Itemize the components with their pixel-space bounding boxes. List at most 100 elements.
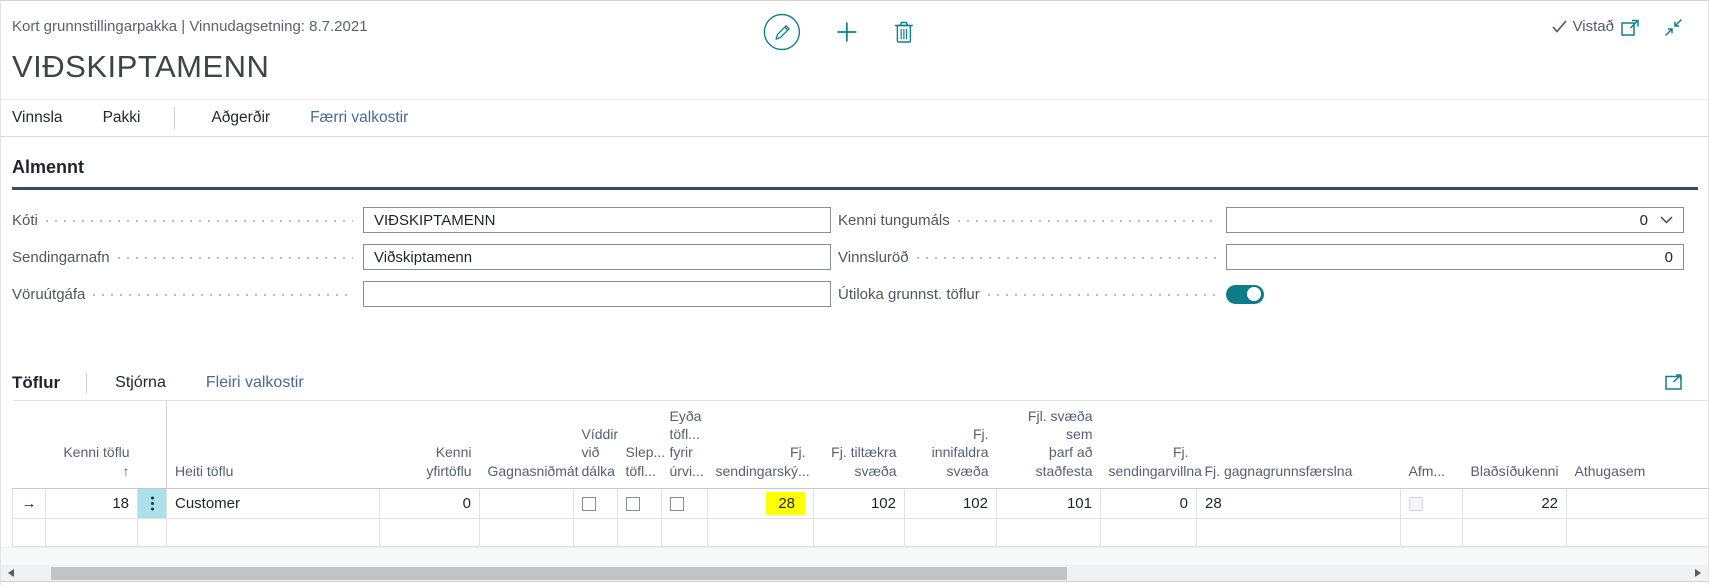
grid-header-row: Kenni töflu ↑ Heiti töflu Kenni yfirtöfl… [12,400,1708,489]
menu-fleiri-valkostir[interactable]: Fleiri valkostir [206,374,304,392]
field-kenni-tungumals: Kenni tungumáls 0 [838,207,1684,233]
col-fj-tiltaekra-svaeda[interactable]: Fj. tiltækra svæða [813,400,905,489]
business-central-config-package-page: Kort grunnstillingarpakka | Vinnudagsetn… [0,0,1709,585]
vinnslurod-label: Vinnsluröð [838,248,909,266]
vinnslurod-input[interactable]: 0 [1226,244,1684,270]
scroll-right-arrow-icon[interactable] [1695,568,1701,577]
trash-icon [894,21,913,43]
table-row-customer: → 18 Customer 0 28 102 102 101 0 28 22 [12,488,1708,519]
cell-fj-sendingarvillna[interactable]: 0 [1100,488,1197,519]
cell-viddir-vid-dalka [573,488,618,519]
dotted-leader [93,294,353,296]
menu-faerri-valkostir[interactable]: Færri valkostir [310,109,408,127]
voruutgafa-label: Vöruútgáfa [12,285,86,303]
cell-fj-gagnagrunnsfaerslna[interactable]: 28 [1196,488,1401,519]
action-bar-divider [174,107,176,129]
cell-bladsidukenni[interactable]: 22 [1462,488,1567,519]
cell-fjl-svaeda-stadfesta[interactable]: 101 [996,488,1101,519]
dotted-leader [987,294,1216,296]
cell-fj-innifaldra-svaeda[interactable]: 102 [904,488,997,519]
voruutgafa-input[interactable] [363,281,831,307]
field-vinnslurod: Vinnsluröð 0 [838,244,1684,270]
checkbox-afm [1409,496,1423,511]
checkbox-sleppa-toflu[interactable] [626,496,640,511]
saved-label: Vistað [1572,18,1614,35]
menu-stjorna[interactable]: Stjórna [115,374,166,392]
col-heiti-toflu[interactable]: Heiti töflu [166,400,380,489]
menu-pakki[interactable]: Pakki [103,109,141,127]
section-heading-toflur[interactable]: Töflur [12,373,60,393]
col-fj-sendingarvillna[interactable]: Fj. sendingarvillna [1100,400,1202,489]
field-utiloka-grunnst-toflur: Útiloka grunnst. töflur [838,281,1684,307]
col-sleppa-toflu[interactable]: Slep... töfl... [617,400,665,489]
col-fj-sendingarsky[interactable]: Fj. sendingarský... [707,400,814,489]
page-title: VIÐSKIPTAMENN [12,49,270,84]
collapse-page-button[interactable] [1663,17,1684,38]
toflur-bar-divider [86,373,88,393]
cell-eyda-toflu [661,488,708,519]
toflur-section: Töflur Stjórna Fleiri valkostir Kenni tö… [1,366,1708,582]
page-bottom-border [1,581,1708,582]
checkbox-eyda-toflu[interactable] [670,496,684,511]
new-button[interactable] [835,20,859,44]
delete-button[interactable] [893,20,915,45]
window-controls [1620,17,1684,38]
col-athugasem[interactable]: Athugasem [1566,400,1708,489]
horizontal-scrollbar[interactable] [1,564,1708,582]
focus-mode-button[interactable] [1664,372,1684,396]
cell-athugasem[interactable] [1566,488,1708,519]
toflur-header-bar: Töflur Stjórna Fleiri valkostir [1,366,1708,400]
koti-label: Kóti [12,211,38,229]
tables-grid: Kenni töflu ↑ Heiti töflu Kenni yfirtöfl… [12,400,1708,547]
highlighted-value[interactable]: 28 [766,491,805,515]
vertical-ellipsis-icon [150,502,154,506]
dotted-leader [957,220,1216,222]
menu-vinnsla[interactable]: Vinnsla [12,109,63,127]
checkbox-viddir-vid-dalka[interactable] [582,496,596,511]
dotted-leader [117,257,353,259]
scrollbar-thumb[interactable] [51,566,1067,580]
utiloka-toggle-zone [1226,284,1684,304]
col-kenni-yfirtoflu[interactable]: Kenni yfirtöflu [379,400,480,489]
action-bar: Vinnsla Pakki Aðgerðir Færri valkostir [1,99,1708,137]
open-in-new-window-button[interactable] [1620,17,1641,38]
general-fields: Kóti VIÐSKIPTAMENN Sendingarnafn Viðskip… [12,207,1684,318]
col-fj-innifaldra-svaeda[interactable]: Fj. innifaldra svæða [904,400,997,489]
section-heading-almennt[interactable]: Almennt [12,157,1708,178]
pencil-icon [763,13,801,51]
cell-fj-sendingarsky: 28 [707,488,814,519]
utiloka-toggle[interactable] [1226,284,1264,304]
col-gagnasnidmat[interactable]: Gagnasniðmát [479,400,579,489]
edit-button[interactable] [763,13,801,51]
row-options-button[interactable] [137,488,167,519]
menu-adgerdir[interactable]: Aðgerðir [211,109,270,127]
saved-check-icon [1551,20,1567,33]
col-fj-gagnagrunnsfaerslna[interactable]: Fj. gagnagrunnsfærslna [1196,400,1401,489]
cell-gagnasnidmat[interactable] [479,488,574,519]
cell-heiti-toflu[interactable]: Customer [166,488,380,519]
col-row-options [137,400,167,489]
cell-fj-tiltaekra-svaeda[interactable]: 102 [813,488,905,519]
kenni-tungumals-combobox[interactable]: 0 [1226,207,1684,233]
plus-icon [837,22,857,42]
col-afm[interactable]: Afm... [1400,400,1463,489]
open-in-new-window-icon [1621,19,1639,36]
cell-kenni-yfirtoflu[interactable]: 0 [379,488,480,519]
empty-table-row [12,518,1708,547]
col-bladsidukenni[interactable]: Blaðsíðukenni [1462,400,1567,489]
koti-input[interactable]: VIÐSKIPTAMENN [363,207,831,233]
section-rule [12,187,1698,190]
col-eyda-toflu[interactable]: Eyða töfl... fyrir úrvi... [661,400,708,489]
cell-kenni-toflu[interactable]: 18 [45,488,138,519]
breadcrumb[interactable]: Kort grunnstillingarpakka | Vinnudagsetn… [12,18,368,35]
save-status: Vistað [1551,18,1614,35]
sendingarnafn-input[interactable]: Viðskiptamenn [363,244,831,270]
scroll-left-arrow-icon[interactable] [8,568,14,577]
row-indicator-arrow: → [12,488,46,519]
field-voruutgafa: Vöruútgáfa [12,281,831,307]
dotted-leader [916,257,1216,259]
field-koti: Kóti VIÐSKIPTAMENN [12,207,831,233]
col-viddir-vid-dalka[interactable]: Víddir við dálka [573,400,618,489]
col-fjl-svaeda-stadfesta[interactable]: Fjl. svæða sem þarf að staðfesta [996,400,1101,489]
col-kenni-toflu[interactable]: Kenni töflu ↑ [45,400,138,489]
